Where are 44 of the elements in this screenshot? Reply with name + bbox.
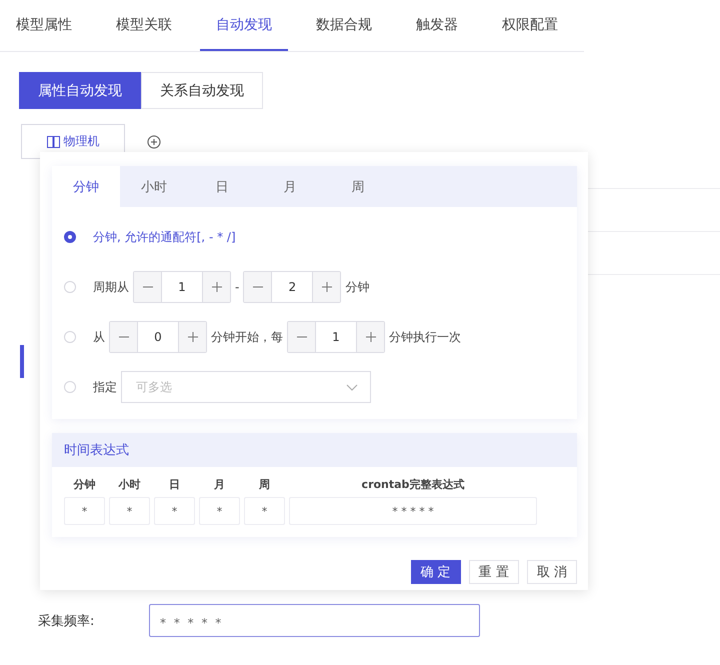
field-label: 采集频率: bbox=[38, 612, 96, 630]
tab[interactable]: 月 bbox=[256, 166, 324, 207]
option-label: 指定 bbox=[93, 378, 117, 396]
tab[interactable]: 自动发现 bbox=[200, 0, 288, 51]
option-label: 周期从 bbox=[93, 278, 129, 296]
option-label: 分钟执行一次 bbox=[389, 328, 461, 346]
tab[interactable]: 分钟 bbox=[52, 166, 120, 207]
tab[interactable]: 触发器 bbox=[400, 0, 474, 51]
expression-cell: * * * * * bbox=[289, 497, 537, 525]
expression-cell: * bbox=[64, 497, 105, 525]
chevron-down-icon bbox=[346, 384, 358, 390]
tab[interactable]: 周 bbox=[324, 166, 392, 207]
expression-cell: * bbox=[199, 497, 240, 525]
add-icon[interactable] bbox=[147, 134, 161, 148]
book-icon bbox=[46, 136, 60, 148]
radio-button[interactable] bbox=[64, 231, 76, 243]
column-header: 分钟 bbox=[72, 477, 96, 493]
column-header: 日 bbox=[168, 477, 181, 493]
column-header: 周 bbox=[258, 477, 271, 493]
option-label: 从 bbox=[93, 328, 105, 346]
column-header: 月 bbox=[213, 477, 226, 493]
option-label: 分钟, 允许的通配符[, - * /] bbox=[93, 228, 236, 246]
section-title: 时间表达式 bbox=[52, 433, 577, 467]
column-header: 小时 bbox=[117, 477, 142, 493]
confirm-button[interactable]: 确 定 bbox=[410, 560, 461, 584]
tab[interactable]: 日 bbox=[188, 166, 256, 207]
tab[interactable]: 模型关联 bbox=[100, 0, 188, 51]
frequency-field[interactable]: * * * * * bbox=[149, 604, 480, 637]
tab[interactable]: 小时 bbox=[120, 166, 188, 207]
action-button[interactable]: 取 消 bbox=[526, 560, 577, 584]
option-label: 分钟 bbox=[345, 278, 370, 296]
section-marker bbox=[20, 345, 24, 378]
expression-cell: * bbox=[154, 497, 195, 525]
expression-cell: * bbox=[109, 497, 150, 525]
tab[interactable]: 模型属性 bbox=[0, 0, 88, 51]
segment-tab[interactable]: 关系自动发现 bbox=[141, 72, 263, 109]
column-header: crontab完整表达式 bbox=[360, 477, 466, 493]
expression-cell: * bbox=[244, 497, 285, 525]
segment-tab[interactable]: 属性自动发现 bbox=[19, 72, 141, 109]
option-label: 分钟开始，每 bbox=[211, 328, 283, 346]
action-button[interactable]: 重 置 bbox=[468, 560, 519, 584]
option-label: - bbox=[235, 280, 240, 294]
tab[interactable]: 数据合规 bbox=[300, 0, 388, 51]
tab[interactable]: 权限配置 bbox=[486, 0, 574, 51]
